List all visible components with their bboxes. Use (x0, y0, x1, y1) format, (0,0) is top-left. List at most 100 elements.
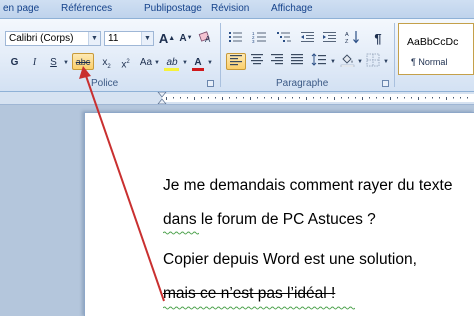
doc-line-1[interactable]: Je me demandais comment rayer du texte (163, 177, 452, 195)
chevron-down-icon[interactable]: ▼ (141, 32, 153, 45)
style-preview-text: AaBbCcDc (407, 36, 459, 48)
first-line-indent-marker[interactable] (157, 92, 167, 98)
underline-button[interactable]: S (46, 54, 61, 71)
bullet-list-icon (229, 32, 242, 42)
ruler-ticks (157, 92, 468, 104)
ruler-tick (425, 97, 426, 99)
chevron-down-icon[interactable]: ▼ (88, 32, 100, 45)
decrease-indent-button[interactable] (298, 30, 316, 47)
shrink-font-button[interactable]: A▼ (178, 30, 194, 47)
numbering-button[interactable]: 1 2 3 (250, 30, 270, 47)
align-center-button[interactable] (248, 53, 266, 70)
chevron-down-icon[interactable]: ▼ (154, 60, 160, 66)
ruler-tick (166, 97, 167, 100)
superscript-button[interactable]: x2 (117, 54, 134, 71)
ruler-tick (334, 97, 335, 100)
ruler-tick (327, 97, 328, 99)
grow-font-button[interactable]: A▲ (158, 30, 176, 47)
ruler-tick (369, 97, 370, 99)
ruler-tick (411, 97, 412, 99)
multilevel-list-button[interactable] (274, 30, 294, 47)
change-case-button[interactable]: Aa (136, 54, 156, 71)
svg-text:A: A (345, 32, 349, 38)
ruler-tick (418, 97, 419, 100)
chevron-down-icon[interactable]: ▼ (357, 59, 363, 65)
hanging-indent-marker[interactable] (157, 98, 167, 104)
ruler-tick (348, 97, 349, 99)
paint-bucket-icon (340, 54, 354, 68)
ruler-tick (439, 97, 440, 99)
superscript-index: 2 (126, 59, 130, 65)
borders-icon (366, 53, 380, 67)
ruler-tick (376, 97, 377, 99)
borders-button[interactable] (364, 53, 382, 70)
align-left-icon (230, 55, 242, 66)
ruler-tick (236, 97, 237, 99)
strikethrough-button[interactable]: abc (72, 53, 94, 70)
ruler-tick (299, 97, 300, 99)
ruler-tick (257, 97, 258, 99)
ribbon-tab-bar: en page Références Publipostage Révision… (0, 0, 474, 19)
justify-button[interactable] (288, 53, 306, 70)
italic-button[interactable]: I (27, 54, 42, 71)
sort-button[interactable]: A Z (343, 30, 363, 47)
show-formatting-button[interactable]: ¶ (368, 30, 388, 47)
tab-affichage[interactable]: Affichage (271, 3, 313, 14)
group-paragraphe-label: Paragraphe (276, 78, 329, 89)
spelling-squiggle (163, 231, 199, 235)
ruler-tick (306, 97, 307, 100)
ruler-tick (404, 97, 405, 99)
ruler-tick (215, 97, 216, 99)
font-color-button[interactable]: A (190, 54, 206, 71)
doc-line-3[interactable]: Copier depuis Word est une solution, (163, 251, 417, 269)
chevron-down-icon[interactable]: ▼ (182, 60, 188, 66)
ruler-tick (453, 97, 454, 99)
clear-formatting-button[interactable]: A (197, 30, 214, 47)
tab-revision[interactable]: Révision (211, 3, 249, 14)
ruler-tick (320, 97, 321, 99)
tab-mise-en-page[interactable]: en page (3, 3, 39, 14)
ruler-tick (201, 97, 202, 99)
align-left-button[interactable] (226, 53, 246, 70)
highlight-color-bar (164, 68, 179, 71)
group-separator (394, 23, 395, 87)
line-spacing-button[interactable] (309, 53, 329, 70)
font-color-label: A (194, 57, 202, 68)
font-name-value: Calibri (Corps) (9, 33, 74, 44)
ruler-tick (271, 97, 272, 99)
tab-publipostage[interactable]: Publipostage (144, 3, 202, 14)
document-page[interactable]: Je me demandais comment rayer du texte d… (84, 112, 474, 316)
ruler-tick (390, 97, 391, 100)
font-name-combo[interactable]: Calibri (Corps) ▼ (5, 31, 101, 46)
shading-button[interactable] (338, 53, 356, 70)
ruler-tick (355, 97, 356, 99)
subscript-button[interactable]: x2 (98, 54, 115, 71)
align-right-button[interactable] (268, 53, 286, 70)
grammar-squiggle (163, 306, 355, 310)
chevron-down-icon[interactable]: ▼ (330, 59, 336, 65)
horizontal-ruler[interactable] (0, 92, 474, 105)
ribbon: Calibri (Corps) ▼ 11 ▼ A▲ A▼ A G I S ▼ a… (0, 19, 474, 92)
word-window: en page Références Publipostage Révision… (0, 0, 474, 316)
ruler-tick (341, 97, 342, 99)
grow-font-label: A (158, 31, 169, 46)
chevron-down-icon[interactable]: ▼ (63, 60, 69, 66)
increase-indent-button[interactable] (320, 30, 338, 47)
bold-button[interactable]: G (7, 54, 22, 71)
chevron-down-icon[interactable]: ▼ (383, 59, 389, 65)
bullets-button[interactable] (226, 30, 246, 47)
style-normal-tile[interactable]: AaBbCcDc ¶ Normal (398, 23, 474, 75)
chevron-down-icon[interactable]: ▼ (207, 60, 213, 66)
ruler-tick (313, 97, 314, 99)
indent-icon (322, 32, 336, 42)
align-right-icon (271, 54, 283, 65)
ruler-tick (278, 97, 279, 100)
highlight-button[interactable]: ab (162, 54, 182, 71)
doc-line-2[interactable]: dans le forum de PC Astuces ? (163, 211, 376, 229)
doc-line-4-strikethrough[interactable]: mais ce n’est pas l’idéal ! (163, 285, 335, 303)
font-dialog-launcher-icon[interactable] (207, 80, 214, 87)
font-size-combo[interactable]: 11 ▼ (104, 31, 154, 46)
tab-references[interactable]: Références (61, 3, 112, 14)
paragraph-dialog-launcher-icon[interactable] (382, 80, 389, 87)
caret-down-icon: ▼ (186, 35, 193, 41)
